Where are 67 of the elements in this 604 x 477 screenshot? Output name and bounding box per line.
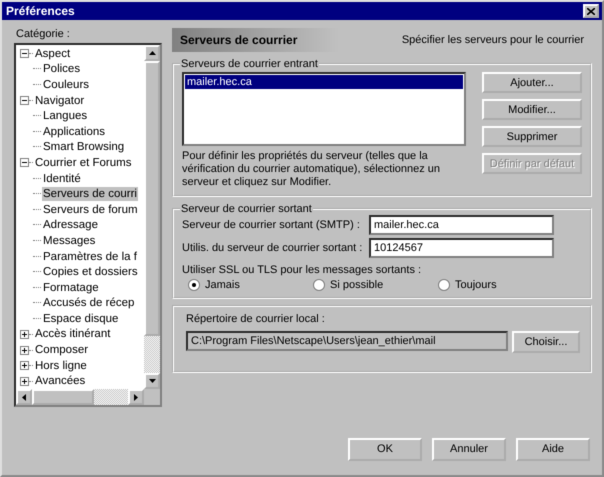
close-icon — [587, 8, 595, 14]
tree-item[interactable]: Navigator — [34, 94, 86, 108]
collapse-icon[interactable] — [20, 158, 29, 168]
vertical-scrollbar[interactable] — [144, 45, 160, 389]
radio-option[interactable]: Toujours — [438, 279, 563, 291]
tree-item[interactable]: Espace disque — [42, 312, 120, 326]
dialog-button[interactable]: OK — [348, 438, 422, 460]
field-label: Utilis. du serveur de courrier sortant : — [182, 242, 362, 254]
radio-option[interactable]: Si possible — [313, 279, 438, 291]
radio-button[interactable] — [188, 279, 200, 291]
tree-item[interactable]: Identité — [42, 172, 82, 186]
server-item[interactable]: mailer.hec.ca — [185, 75, 463, 89]
input-field[interactable]: mailer.hec.ca — [369, 215, 554, 235]
down-arrow-icon[interactable] — [148, 379, 156, 383]
radio-option[interactable]: Jamais — [188, 279, 313, 291]
group-label: Serveurs de courrier entrant — [180, 58, 319, 70]
tree-item[interactable]: Paramètres de la f — [42, 250, 138, 264]
panel-title: Serveurs de courrier — [180, 33, 298, 47]
tree-item[interactable]: Serveurs de courri — [42, 187, 138, 202]
dialog-button[interactable]: Annuler — [432, 438, 506, 460]
input-field[interactable]: 10124567 — [369, 238, 554, 258]
tree-item[interactable]: Polices — [42, 62, 82, 76]
tree-item[interactable]: Courrier et Forums — [34, 156, 132, 170]
ssl-label: Utiliser SSL ou TLS pour les messages sortants : — [182, 264, 422, 276]
group-label: Serveur de courrier sortant — [180, 203, 313, 215]
horizontal-scrollbar[interactable] — [16, 389, 144, 405]
server-button[interactable]: Supprimer — [482, 126, 582, 147]
tree-item[interactable]: Formatage — [42, 280, 100, 295]
panel-subtitle: Spécifier les serveurs pour le courrier — [402, 34, 584, 46]
scrollbar-corner — [144, 389, 160, 405]
tree-item[interactable]: Couleurs — [42, 78, 90, 92]
expand-icon[interactable] — [20, 361, 29, 370]
expand-icon[interactable] — [20, 346, 29, 355]
tree-item[interactable]: Composer — [34, 343, 90, 358]
category-label: Catégorie : — [15, 28, 71, 40]
expand-icon[interactable] — [20, 330, 29, 339]
tree-item[interactable]: Adressage — [42, 218, 99, 232]
tree-item[interactable]: Smart Browsing — [42, 140, 126, 154]
dialog-button[interactable]: Aide — [516, 438, 590, 460]
server-button[interactable]: Ajouter... — [482, 72, 582, 93]
field-label: Serveur de courrier sortant (SMTP) : — [182, 219, 360, 231]
up-arrow-icon[interactable] — [148, 51, 156, 55]
tree-item[interactable]: Serveurs de forum — [42, 202, 139, 217]
radio-button[interactable] — [438, 279, 450, 291]
tree-item[interactable]: Applications — [42, 124, 106, 139]
path-field[interactable]: C:\Program Files\Netscape\Users\jean_ethier\mail — [186, 331, 508, 351]
tree-item[interactable]: Langues — [42, 109, 88, 124]
tree-item[interactable]: Copies et dossiers — [42, 265, 139, 280]
collapse-icon[interactable] — [20, 96, 29, 106]
choose-button[interactable]: Choisir... — [512, 331, 580, 353]
window-title: Préférences — [6, 4, 75, 18]
server-list[interactable]: mailer.hec.ca — [182, 72, 466, 146]
left-arrow-icon[interactable] — [22, 394, 26, 400]
right-arrow-icon[interactable] — [134, 394, 138, 400]
collapse-icon[interactable] — [20, 49, 29, 58]
hint-text: Pour définir les propriétés du serveur (telles que la vérification du courrier automatique), sélectionnez un serveur et cliquez sur Modifier. — [182, 150, 442, 189]
tree-item[interactable]: Accusés de récep — [42, 296, 136, 310]
tree-item[interactable]: Messages — [42, 234, 96, 248]
close-button[interactable] — [583, 4, 599, 18]
tree-item[interactable]: Aspect — [34, 46, 72, 61]
radio-button[interactable] — [313, 279, 325, 291]
local-folder-label: Répertoire de courrier local : — [186, 313, 326, 325]
tree-item[interactable]: Accès itinérant — [34, 327, 112, 342]
tree-item[interactable]: Hors ligne — [34, 358, 88, 373]
tree-item[interactable]: Avancées — [34, 374, 86, 388]
expand-icon[interactable] — [20, 376, 29, 386]
server-button[interactable]: Modifier... — [482, 99, 582, 120]
